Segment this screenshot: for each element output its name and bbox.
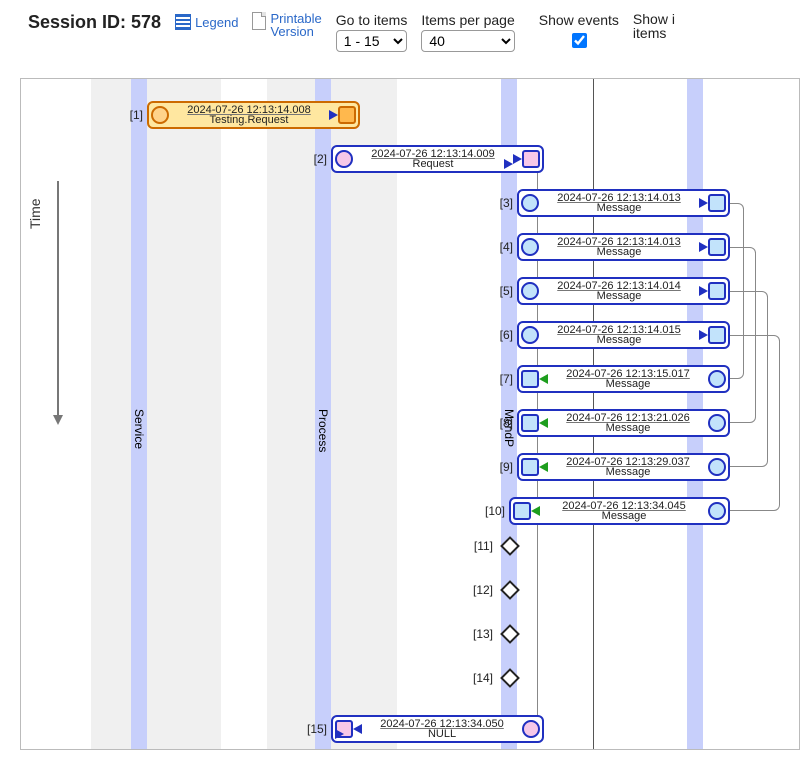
receiver-icon <box>708 326 726 344</box>
lane-label-process: Process <box>316 409 330 452</box>
item-index: [7] <box>489 372 517 386</box>
sender-icon <box>521 326 539 344</box>
item-label: Message <box>541 291 697 302</box>
printable-link[interactable]: PrintableVersion <box>252 12 321 38</box>
goto-select[interactable]: 1 - 15 <box>336 30 408 52</box>
lane-label-service: Service <box>132 409 146 449</box>
ipp-group: Items per page 40 <box>421 12 514 52</box>
show-events-label: Show events <box>539 12 619 28</box>
item-index: [12] <box>469 583 497 597</box>
item-label: Message <box>541 203 697 214</box>
item-index: [14] <box>469 671 497 685</box>
item-index: [10] <box>481 504 509 518</box>
receiver-icon <box>522 150 540 168</box>
arrow-right-icon <box>699 286 708 296</box>
item-index: [11] <box>469 539 497 553</box>
item-label: Message <box>550 379 706 390</box>
sender-icon <box>708 414 726 432</box>
receiver-icon <box>708 238 726 256</box>
item-index: [4] <box>489 240 517 254</box>
ipp-label: Items per page <box>421 12 514 28</box>
sender-icon <box>151 106 169 124</box>
time-arrow-icon <box>57 181 59 421</box>
diamond-icon <box>500 580 520 600</box>
arrow-left-icon <box>539 462 548 472</box>
trace-item[interactable]: [8] 2024-07-26 12:13:21.026Message <box>489 409 730 437</box>
sender-icon <box>335 150 353 168</box>
arrow-right-icon <box>699 242 708 252</box>
control-bar: Session ID: 578 Legend PrintableVersion … <box>0 0 800 64</box>
item-index: [6] <box>489 328 517 342</box>
receiver-icon <box>338 106 356 124</box>
item-index: [8] <box>489 416 517 430</box>
trace-item[interactable]: [12] <box>469 583 517 597</box>
trace-item[interactable]: [13] <box>469 627 517 641</box>
diamond-icon <box>500 668 520 688</box>
arrow-left-icon <box>353 724 362 734</box>
arrow-right-icon <box>699 198 708 208</box>
sender-icon <box>521 282 539 300</box>
sender-icon <box>708 370 726 388</box>
item-index: [5] <box>489 284 517 298</box>
show-items-group: Show iitems <box>633 12 675 63</box>
sender-icon <box>521 194 539 212</box>
legend-icon <box>175 14 191 30</box>
item-index: [13] <box>469 627 497 641</box>
receiver-icon <box>708 282 726 300</box>
time-axis-label: Time <box>27 198 43 229</box>
receiver-icon <box>521 370 539 388</box>
item-index: [9] <box>489 460 517 474</box>
arrow-left-icon <box>539 374 548 384</box>
show-events-group: Show events <box>539 12 619 51</box>
arrow-left-icon <box>539 418 548 428</box>
item-label: Message <box>542 511 706 522</box>
trace-item[interactable]: [4] 2024-07-26 12:13:14.013Message <box>489 233 730 261</box>
trace-item[interactable]: [5] 2024-07-26 12:13:14.014Message <box>489 277 730 305</box>
trace-item[interactable]: [3] 2024-07-26 12:13:14.013Message <box>489 189 730 217</box>
trace-item[interactable]: [11] <box>469 539 517 553</box>
receiver-icon <box>513 502 531 520</box>
page-icon <box>252 12 266 30</box>
show-events-checkbox[interactable] <box>572 33 587 48</box>
trace-item[interactable]: [14] <box>469 671 517 685</box>
item-label: NULL <box>364 729 520 740</box>
receiver-icon <box>708 194 726 212</box>
trace-item[interactable]: [2] 2024-07-26 12:13:14.009Request <box>303 145 544 173</box>
receiver-icon <box>521 414 539 432</box>
item-label: Message <box>541 247 697 258</box>
arrow-right-icon <box>329 110 338 120</box>
session-id: Session ID: 578 <box>28 12 161 33</box>
diamond-icon <box>500 536 520 556</box>
legend-link[interactable]: Legend <box>175 14 238 30</box>
arrow-left-icon <box>531 506 540 516</box>
item-label: Message <box>550 423 706 434</box>
item-label: Message <box>550 467 706 478</box>
item-index: [2] <box>303 152 331 166</box>
item-index: [1] <box>119 108 147 122</box>
sender-icon <box>708 458 726 476</box>
diamond-icon <box>500 624 520 644</box>
trace-item[interactable]: [1] 2024-07-26 12:13:14.008Testing.Reque… <box>119 101 360 129</box>
trace-item[interactable]: [9] 2024-07-26 12:13:29.037Message <box>489 453 730 481</box>
item-index: [15] <box>303 722 331 736</box>
arrow-right-icon <box>699 330 708 340</box>
sender-icon <box>522 720 540 738</box>
trace-item[interactable]: [6] 2024-07-26 12:13:14.015Message <box>489 321 730 349</box>
trace-item[interactable]: [10] 2024-07-26 12:13:34.045Message <box>481 497 730 525</box>
item-index: [3] <box>489 196 517 210</box>
receiver-icon <box>521 458 539 476</box>
trace-item[interactable]: [15] 2024-07-26 12:13:34.050NULL <box>303 715 544 743</box>
sender-icon <box>708 502 726 520</box>
arrow-right-icon <box>513 154 522 164</box>
sender-icon <box>521 238 539 256</box>
ipp-select[interactable]: 40 <box>421 30 514 52</box>
trace-item[interactable]: [7] 2024-07-26 12:13:15.017Message <box>489 365 730 393</box>
item-label: Request <box>355 159 511 170</box>
goto-label: Go to items <box>336 12 408 28</box>
goto-group: Go to items 1 - 15 <box>336 12 408 52</box>
item-label: Message <box>541 335 697 346</box>
trace-diagram: Time ServiceProcessMendPO [1] 2024-07-26… <box>20 78 800 750</box>
item-label: Testing.Request <box>171 115 327 126</box>
